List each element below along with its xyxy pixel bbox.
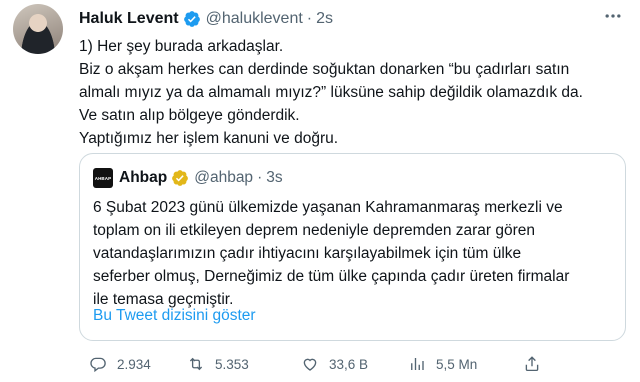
tweet-text-line: 1) Her şey burada arkadaşlar. xyxy=(79,38,284,55)
views-button[interactable]: 5,5 Mn xyxy=(408,352,477,376)
tweet-text-line: almalı mıyız ya da almamalı mıyız?” lüks… xyxy=(79,84,583,101)
tweet-action-bar: 2.934 5.353 33,6 B 5,5 Mn xyxy=(79,352,639,376)
like-count: 33,6 B xyxy=(329,356,369,372)
quoted-text-line: toplam on ili etkileyen deprem nedeniyle… xyxy=(93,222,536,239)
ahbap-logo-avatar: AHBAP xyxy=(93,168,113,188)
tweet-text-line: Yaptığımız her işlem kanuni ve doğru. xyxy=(79,130,339,147)
verified-badge-icon xyxy=(183,11,200,27)
author-name[interactable]: Haluk Levent xyxy=(79,10,179,28)
quoted-tweet-text: 6 Şubat 2023 günü ülkemizde yaşanan Kahr… xyxy=(93,196,618,311)
quoted-separator-dot: · xyxy=(257,169,263,186)
reply-count: 2.934 xyxy=(117,356,151,372)
quoted-tweet-header: AHBAP Ahbap @ahbap · 3s xyxy=(93,166,283,190)
retweet-count: 5.353 xyxy=(215,356,249,372)
tweet-text: 1) Her şey burada arkadaşlar. Biz o akşa… xyxy=(79,35,629,150)
share-button[interactable] xyxy=(523,352,541,376)
reply-button[interactable]: 2.934 xyxy=(89,352,151,376)
quoted-text-line: seferber olmuş, Derneğimiz de tüm ülke ç… xyxy=(93,268,570,285)
heart-icon xyxy=(303,358,317,371)
tweet-header: Haluk Levent @haluklevent · 2s xyxy=(79,8,333,30)
author-handle[interactable]: @haluklevent xyxy=(206,10,303,28)
like-button[interactable]: 33,6 B xyxy=(301,352,368,376)
author-avatar[interactable] xyxy=(13,4,63,54)
quoted-tweet[interactable]: AHBAP Ahbap @ahbap · 3s 6 Şubat 2023 gün… xyxy=(79,153,626,341)
quoted-author-handle: @ahbap xyxy=(194,169,254,186)
separator-dot: · xyxy=(306,10,313,27)
retweet-button[interactable]: 5.353 xyxy=(187,352,249,376)
tweet-timestamp[interactable]: 2s xyxy=(316,10,333,28)
tweet-text-line: Biz o akşam herkes can derdinde soğuktan… xyxy=(79,61,570,78)
tweet-text-line: Ve satın alıp bölgeye gönderdik. xyxy=(79,107,300,124)
retweet-icon xyxy=(189,357,203,371)
more-options-icon[interactable] xyxy=(602,6,624,28)
more-horizontal-icon xyxy=(605,14,621,18)
show-thread-link[interactable]: Bu Tweet dizisini göster xyxy=(93,307,256,325)
gold-verified-badge-icon xyxy=(172,170,189,186)
quoted-timestamp: 3s xyxy=(266,169,283,186)
views-count: 5,5 Mn xyxy=(436,356,478,372)
quoted-text-line: 6 Şubat 2023 günü ülkemizde yaşanan Kahr… xyxy=(93,199,563,216)
quoted-author-name: Ahbap xyxy=(119,169,168,186)
quoted-text-line: vatandaşlarımızın çadır ihtiyacını karşı… xyxy=(93,245,522,262)
views-chart-icon xyxy=(411,358,424,370)
share-icon xyxy=(525,356,539,372)
reply-icon xyxy=(90,357,106,373)
